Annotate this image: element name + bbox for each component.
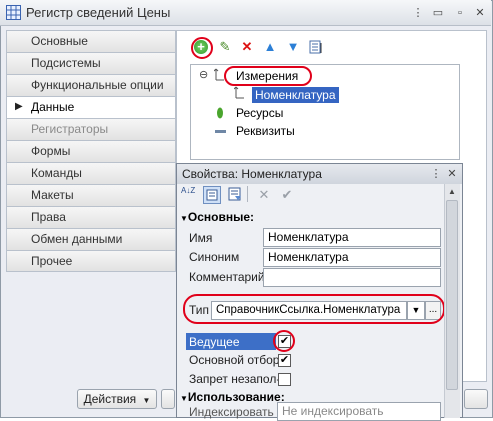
deny-empty-label: Запрет незапол- — [189, 372, 281, 386]
edit-pencil-icon[interactable]: ✎ — [218, 40, 232, 54]
actions-dropdown-icon: ▼ — [142, 396, 151, 405]
clear-icon[interactable]: ✕ — [257, 188, 271, 202]
basic-filter-label: Основной отбор — [189, 353, 280, 367]
section-main-header[interactable]: ▼Основные: — [180, 210, 254, 224]
sidebar-item-data-exchange[interactable]: Обмен данными — [6, 228, 176, 250]
menu-dots-icon[interactable]: ⋮ — [410, 5, 426, 21]
sidebar-item-templates[interactable]: Макеты — [6, 184, 176, 206]
sidebar-item-registrators[interactable]: Регистраторы — [6, 118, 176, 140]
sidebar-item-label: Регистраторы — [31, 122, 109, 136]
type-highlight-ellipse — [183, 294, 445, 324]
leading-label: Ведущее — [189, 335, 240, 349]
dimensions-highlight-ellipse — [224, 66, 312, 86]
selected-arrow-icon: ▶ — [15, 101, 23, 112]
sidebar-item-rights[interactable]: Права — [6, 206, 176, 228]
sidebar-item-commands[interactable]: Команды — [6, 162, 176, 184]
sidebar-item-other[interactable]: Прочее — [6, 250, 176, 272]
properties-close-icon[interactable]: ✕ — [444, 166, 460, 182]
tree-item-nomenclature[interactable]: Номенклатура — [252, 87, 339, 103]
section-usage-header[interactable]: ▼Использование: — [180, 390, 285, 404]
sidebar-item-functional-options[interactable]: Функциональные опции — [6, 74, 176, 96]
sidebar-item-label: Функциональные опции — [31, 78, 164, 92]
sidebar-item-forms[interactable]: Формы — [6, 140, 176, 162]
minimize-icon[interactable]: ▭ — [430, 5, 446, 21]
actions-label: Действия — [83, 392, 137, 406]
scroll-up-icon[interactable]: ▲ — [446, 186, 458, 198]
toolbar-divider — [247, 186, 248, 202]
comment-field[interactable] — [263, 268, 441, 287]
section-expand-icon: ▼ — [180, 394, 188, 403]
sidebar-item-label: Права — [31, 210, 66, 224]
sidebar-item-data[interactable]: ▶ Данные — [6, 96, 176, 118]
scroll-thumb[interactable] — [446, 200, 458, 390]
list-sort-icon[interactable] — [309, 40, 323, 54]
comment-label: Комментарий — [189, 270, 265, 284]
name-field[interactable]: Номенклатура — [263, 228, 441, 247]
tree-item-resources[interactable]: Ресурсы — [236, 106, 283, 120]
index-field[interactable]: Не индексировать — [277, 402, 441, 421]
move-down-icon[interactable]: ▼ — [286, 40, 300, 54]
delete-icon[interactable]: ✕ — [240, 40, 254, 54]
bottom-button-right[interactable] — [464, 389, 488, 409]
categories-icon[interactable] — [203, 186, 221, 204]
leading-highlight-circle — [273, 330, 295, 352]
deny-empty-checkbox[interactable] — [278, 373, 291, 386]
collapse-icon[interactable]: ⊖ — [199, 68, 208, 81]
sidebar-item-subsystems[interactable]: Подсистемы — [6, 52, 176, 74]
section-usage-label: Использование: — [187, 390, 285, 404]
sidebar-item-main[interactable]: Основные — [6, 30, 176, 52]
tree-item-attributes[interactable]: Реквизиты — [236, 124, 295, 138]
window-title: Регистр сведений Цены — [26, 5, 171, 20]
name-label: Имя — [189, 231, 213, 245]
properties-title-bar: Свойства: Номенклатура — [177, 164, 462, 184]
actions-button[interactable]: Действия ▼ — [77, 389, 157, 409]
resources-icon — [217, 107, 223, 119]
grid-icon — [6, 5, 21, 20]
index-label: Индексировать — [189, 405, 274, 419]
basic-filter-checkbox[interactable]: ✔ — [278, 354, 291, 367]
sidebar-item-label: Основные — [31, 34, 88, 48]
sidebar-item-label: Макеты — [31, 188, 74, 202]
attributes-icon — [215, 130, 226, 133]
sidebar-item-label: Подсистемы — [31, 56, 101, 70]
synonym-field[interactable]: Номенклатура — [263, 248, 441, 267]
title-bar: Регистр сведений Цены ⋮ ▭ ▫ ✕ — [0, 0, 491, 26]
confirm-icon[interactable]: ✔ — [280, 188, 294, 202]
sidebar-item-label: Формы — [31, 144, 71, 158]
sidebar-item-label: Данные — [31, 100, 75, 114]
synonym-label: Синоним — [189, 250, 240, 264]
bottom-button-partial[interactable] — [161, 389, 175, 409]
sidebar-item-label: Обмен данными — [31, 232, 123, 246]
maximize-icon[interactable]: ▫ — [452, 5, 468, 21]
section-main-label: Основные: — [187, 210, 255, 224]
properties-menu-icon[interactable]: ⋮ — [428, 166, 444, 182]
filter-icon[interactable] — [227, 186, 243, 202]
sidebar-item-label: Команды — [31, 166, 82, 180]
sidebar-item-label: Прочее — [31, 254, 73, 268]
sort-alpha-icon[interactable]: A↓Z — [181, 187, 199, 195]
add-highlight-circle — [191, 37, 213, 59]
close-icon[interactable]: ✕ — [472, 5, 488, 21]
dimension-attr-icon — [234, 86, 244, 99]
section-expand-icon: ▼ — [180, 214, 188, 223]
properties-title: Свойства: Номенклатура — [182, 167, 322, 181]
move-up-icon[interactable]: ▲ — [263, 40, 277, 54]
